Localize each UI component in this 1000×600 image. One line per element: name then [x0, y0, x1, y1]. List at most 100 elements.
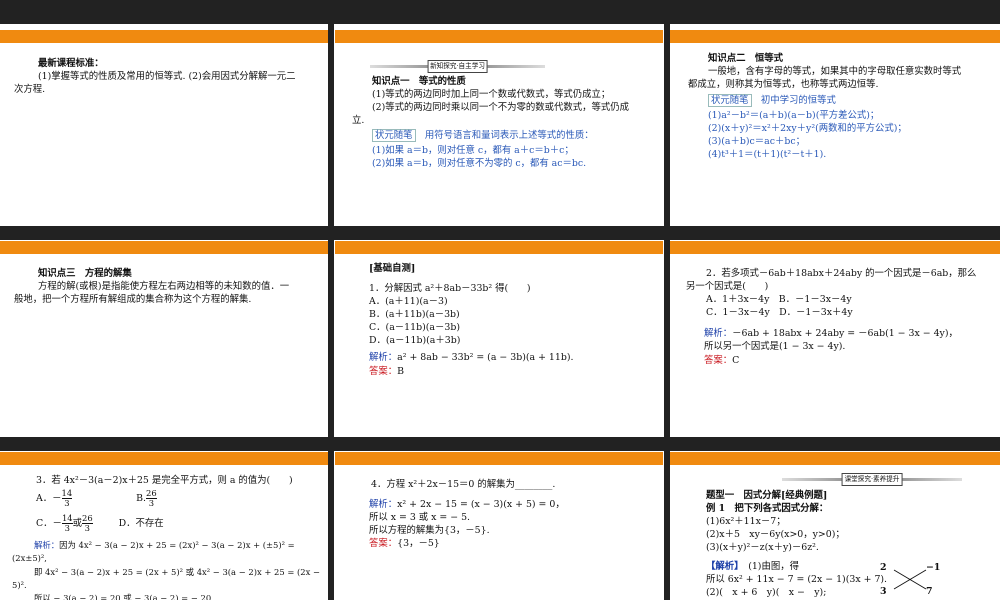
slide-9[interactable]: 课堂探究·素养提升 题型一 因式分解[经典例题] 例 1 把下列各式因式分解： …: [670, 451, 1000, 600]
example-1-prompt: 例 1 把下列各式因式分解：: [706, 503, 829, 514]
example-item-2: (2)x＋5 xy－6y(x>0，y>0)；: [706, 529, 845, 540]
option-c-fraction-2: 26 3: [82, 514, 93, 533]
analysis-text-1: 因为 4x² − 3(a − 2)x + 25 = (2x)² − 3(a − …: [59, 540, 295, 550]
answer-label: 答案：: [369, 538, 398, 549]
analysis-line-1: 解析：x² + 2x − 15 = (x − 3)(x + 5) = 0，: [369, 498, 565, 511]
question-type-heading: 题型一 因式分解[经典例题]: [706, 490, 828, 501]
identity-def-line1: 一般地，含有字母的等式，如果其中的字母取任意实数时等式: [708, 66, 962, 77]
slide-8[interactable]: 4．方程 x²＋2x－15＝0 的解集为________. 解析：x² + 2x…: [335, 451, 663, 600]
slide-7[interactable]: 3．若 4x²－3(a－2)x＋25 是完全平方式，则 a 的值为( ) A．－…: [0, 451, 328, 600]
note-tag: 状元随笔: [708, 94, 752, 107]
note-line: 状元随笔 初中学习的恒等式: [708, 94, 836, 107]
options-cd: C．1－3x－4y D．－1－3x＋4y: [706, 307, 853, 318]
slide-1-line1: (1)掌握等式的性质及常用的恒等式. (2)会用因式分解解一元二: [38, 71, 296, 82]
property-2a: (2)等式的两边同时乘以同一个不为零的数或代数式，等式仍成: [372, 102, 630, 113]
option-b-den: 3: [148, 498, 155, 508]
slide-5[interactable]: [基础自测] 1．分解因式 a²＋8ab－33b² 得( ) A．(a＋11)(…: [335, 240, 663, 430]
analysis-text: a² + 8ab − 33b² = (a − 3b)(a + 11b).: [397, 352, 574, 363]
slide-header-bar: [0, 30, 328, 43]
solution-line-3: (2)( x + 6 y)( x − y);: [706, 587, 827, 598]
knowledge-point-1-heading: 知识点一 等式的性质: [372, 76, 466, 87]
answer-line: 答案：B: [369, 365, 404, 378]
slide-header-bar: [335, 241, 663, 254]
option-a: A．(a＋11)(a－3): [369, 296, 448, 307]
analysis-label: 解析：: [34, 540, 60, 550]
option-c-or: 或: [72, 518, 82, 529]
answer-line: 答案：{3，－5}: [369, 537, 440, 550]
knowledge-point-3-heading: 知识点三 方程的解集: [38, 268, 132, 279]
slide-header-bar: [670, 30, 1000, 43]
solution-label: 【解析】: [706, 561, 739, 572]
slide-1-title: 最新课程标准：: [38, 58, 104, 69]
option-b-fraction: 26 3: [146, 489, 157, 508]
analysis-line-2: (2x±5)²,: [12, 553, 47, 563]
slide-4[interactable]: 知识点三 方程的解集 方程的解(或根)是指能使方程左右两边相等的未知数的值．一 …: [0, 240, 328, 430]
question-4: 4．方程 x²＋2x－15＝0 的解集为________.: [371, 479, 556, 490]
solution-text-1: (1)由图，得: [738, 561, 799, 572]
row-separator-1: [0, 226, 1000, 240]
question-1: 1．分解因式 a²＋8ab－33b² 得( ): [369, 283, 531, 294]
question-2-line1: 2．若多项式－6ab＋18abx＋24aby 的一个因式是－6ab，那么: [706, 268, 977, 279]
formula-4: (4)t³＋1＝(t＋1)(t²－t＋1).: [708, 149, 827, 160]
note-text: 初中学习的恒等式: [751, 95, 836, 106]
analysis-line-4: 5)².: [12, 580, 27, 590]
note-line: 状元随笔 用符号语言和量词表示上述等式的性质：: [372, 129, 594, 142]
option-a-den: 3: [64, 498, 70, 508]
answer-value: B: [397, 366, 405, 377]
slide-header-bar: [670, 241, 1000, 254]
property-2b: 立.: [352, 115, 365, 126]
slide-6[interactable]: 2．若多项式－6ab＋18abx＋24aby 的一个因式是－6ab，那么 另一个…: [670, 240, 1000, 430]
question-2-line2: 另一个因式是( ): [686, 281, 769, 292]
solution-line-1: 【解析】 (1)由图，得: [706, 560, 799, 573]
cross-top-left: 2: [880, 562, 887, 573]
identity-def-line2: 都成立，则称其为恒等式，也称等式两边恒等.: [688, 79, 879, 90]
analysis-label: 解析：: [369, 499, 398, 510]
formula-2: (2)(x＋y)²＝x²＋2xy＋y²(两数和的平方公式)；: [708, 123, 907, 134]
options-cd: C．－ 14 3 或 26 3 D．不存在: [36, 513, 164, 535]
section-banner-label: 新知探究·自主学习: [427, 60, 488, 73]
option-c-den-2: 3: [84, 523, 90, 533]
option-a-prefix: A．－: [36, 493, 62, 504]
section-banner: 课堂探究·素养提升: [782, 473, 962, 486]
formula-1: (1)a²－b²＝(a＋b)(a－b)(平方差公式)；: [708, 110, 880, 121]
example-item-3: (3)(x＋y)²－z(x＋y)－6z².: [706, 542, 819, 553]
knowledge-point-2-heading: 知识点二 恒等式: [708, 53, 784, 64]
slide-header-bar: [335, 452, 663, 465]
analysis-line-2: 所以 x = 3 或 x = − 5.: [369, 512, 471, 523]
slide-1[interactable]: 最新课程标准： (1)掌握等式的性质及常用的恒等式. (2)会用因式分解解一元二…: [0, 30, 328, 220]
example-item-1: (1)6x²＋11x－7；: [706, 516, 786, 527]
analysis-label: 解析：: [704, 328, 733, 339]
option-c-fraction-1: 14 3: [61, 514, 73, 533]
column-divider-1: [328, 24, 334, 600]
cross-bottom-right: 7: [926, 586, 933, 597]
slide-2[interactable]: 新知探究·自主学习 知识点一 等式的性质 (1)等式的两边同时加上同一个数或代数…: [335, 30, 663, 220]
analysis-line: 解析：－6ab + 18abx + 24aby = －6ab(1 − 3x − …: [704, 327, 958, 340]
analysis-line-3: 所以方程的解集为{3，－5}.: [369, 525, 490, 536]
option-c-prefix: C．－: [36, 518, 62, 529]
slide-3[interactable]: 知识点二 恒等式 一般地，含有字母的等式，如果其中的字母取任意实数时等式 都成立…: [670, 30, 1000, 220]
answer-label: 答案：: [369, 366, 398, 377]
note-item-1: (1)如果 a＝b，则对任意 c，都有 a＋c＝b＋c；: [372, 145, 574, 156]
answer-label: 答案：: [704, 355, 733, 366]
analysis-text: －6ab + 18abx + 24aby = －6ab(1 − 3x − 4y)…: [732, 328, 958, 339]
cross-multiplication-diagram: 2 −1 3 7: [880, 561, 940, 597]
answer-value: {3，－5}: [397, 538, 440, 549]
slide-header-bar: [0, 452, 328, 465]
top-dark-bar: [0, 0, 1000, 24]
note-tag: 状元随笔: [372, 129, 416, 142]
analysis-line-5: 所以 − 3(a − 2) = 20 或 − 3(a − 2) = − 20: [34, 593, 212, 600]
option-d: D．(a－11b)(a＋3b): [369, 335, 461, 346]
analysis-line: 解析：a² + 8ab − 33b² = (a − 3b)(a + 11b).: [369, 351, 574, 364]
cross-bottom-left: 3: [880, 586, 887, 597]
section-banner: 新知探究·自主学习: [370, 60, 545, 73]
row-separator-2: [0, 437, 1000, 451]
note-item-2: (2)如果 a＝b，则对任意不为零的 c，都有 ac＝bc.: [372, 158, 587, 169]
options-ab: A．1＋3x－4y B．－1－3x－4y: [706, 294, 852, 305]
solution-set-def-line1: 方程的解(或根)是指能使方程左右两边相等的未知数的值．一: [38, 281, 290, 292]
slide-1-line2: 次方程.: [14, 84, 46, 95]
option-c-den-1: 3: [64, 523, 70, 533]
analysis-line-1: 解析：因为 4x² − 3(a − 2)x + 25 = (2x)² − 3(a…: [34, 539, 295, 552]
options-ab: A．－ 14 3 B. 26 3: [36, 488, 157, 510]
analysis-line-3: 即 4x² − 3(a − 2)x + 25 = (2x + 5)² 或 4x²…: [34, 567, 321, 577]
formula-3: (3)(a＋b)c＝ac＋bc；: [708, 136, 806, 147]
